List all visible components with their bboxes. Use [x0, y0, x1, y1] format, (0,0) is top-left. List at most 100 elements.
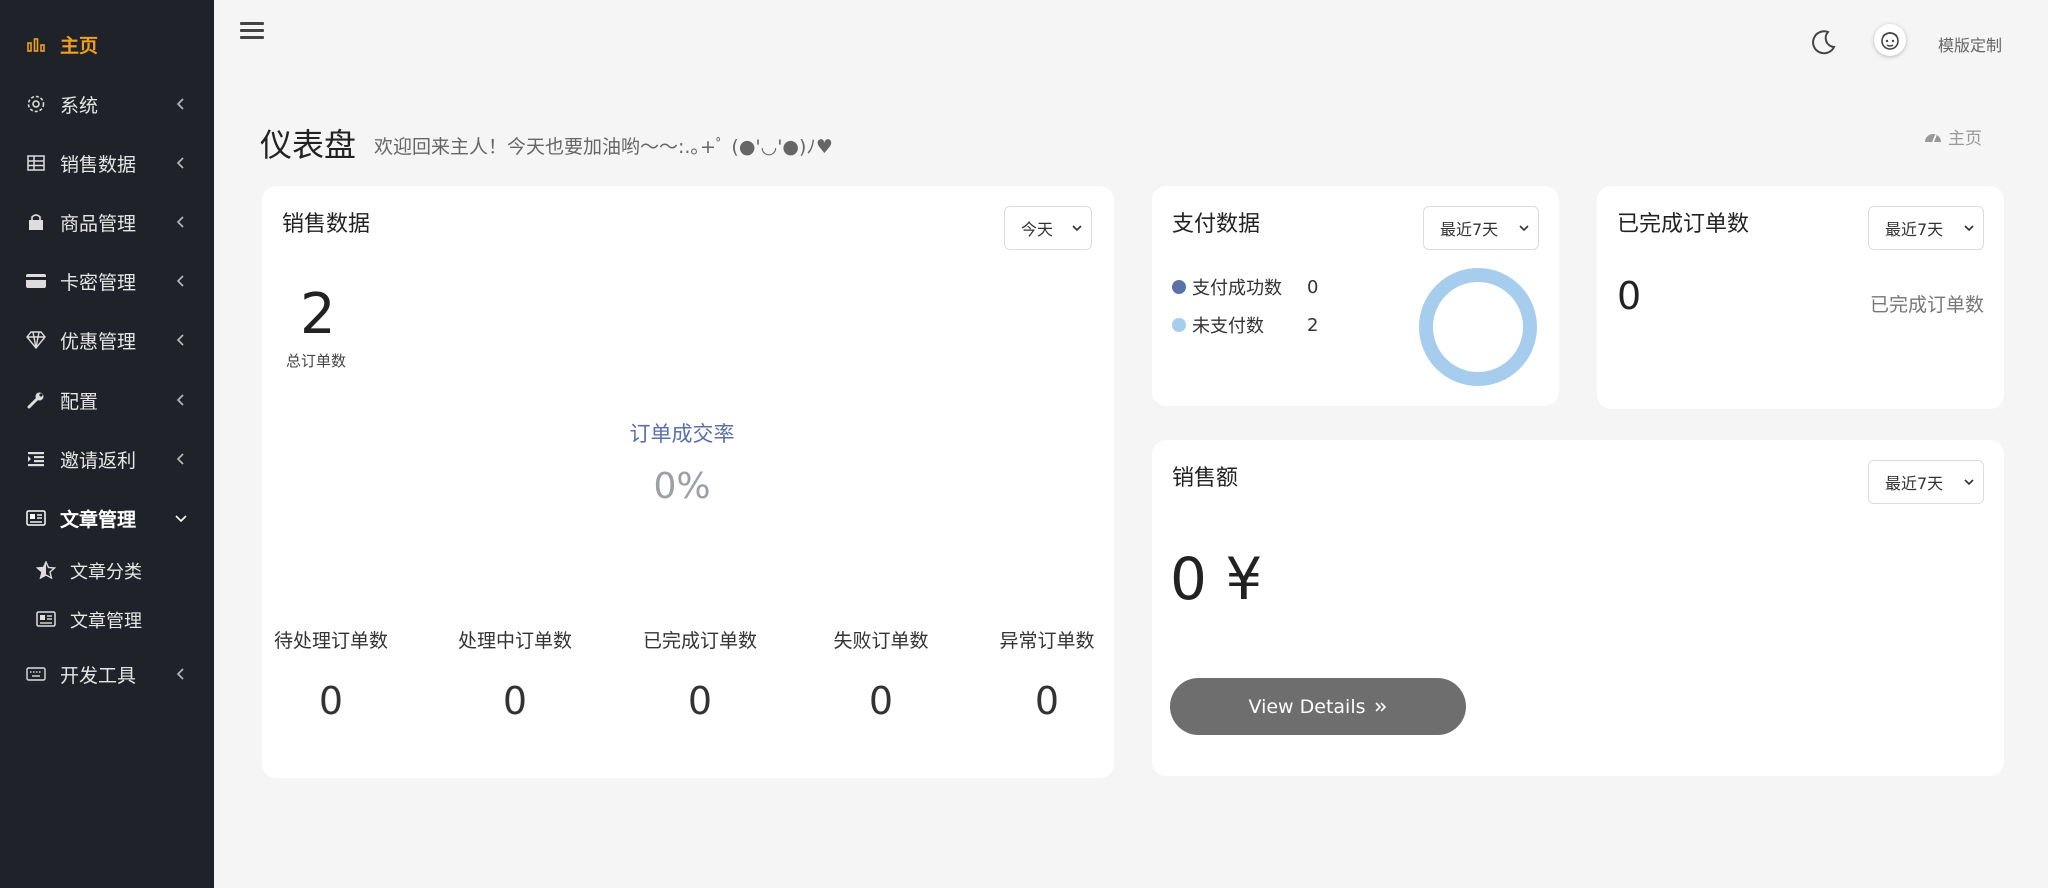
breadcrumb-label: 主页: [1948, 129, 1982, 149]
stat-label: 已完成订单数: [642, 630, 757, 652]
shopping-bag-icon: [25, 211, 47, 233]
star-icon: [35, 559, 57, 581]
sidebar-item-products[interactable]: 商品管理: [0, 200, 214, 244]
card-title: 销售数据: [282, 212, 371, 237]
legend-value: 0: [1307, 276, 1319, 298]
chevron-down-icon: [1964, 479, 1974, 486]
revenue-amount: 0 ¥: [1170, 545, 1263, 613]
template-customize-link[interactable]: 模版定制: [1938, 32, 2002, 56]
card-title: 支付数据: [1172, 212, 1261, 237]
range-select-value: 最近7天: [1885, 220, 1944, 239]
sidebar-item-config[interactable]: 配置: [0, 378, 214, 422]
bar-chart-icon: [25, 33, 47, 55]
sidebar-item-discounts[interactable]: 优惠管理: [0, 318, 214, 362]
stat-value: 0: [868, 679, 894, 723]
chevron-left-icon: [174, 333, 188, 347]
view-details-label: View Details: [1248, 695, 1366, 718]
sidebar-item-label: 文章管理: [60, 508, 137, 531]
table-icon: [25, 152, 47, 174]
range-select-value: 最近7天: [1885, 474, 1944, 493]
sidebar-subitem-label: 文章分类: [70, 562, 142, 583]
legend-unpaid: 未支付数 2: [1172, 312, 1318, 338]
hamburger-icon: [240, 22, 264, 25]
double-chevron-right-icon: [1374, 701, 1386, 712]
chevron-left-icon: [174, 667, 188, 681]
moon-icon: [1812, 30, 1836, 55]
range-select[interactable]: 最近7天: [1423, 206, 1539, 250]
stat-label: 处理中订单数: [457, 630, 572, 652]
sidebar-subitem-label: 文章管理: [70, 611, 142, 632]
chevron-left-icon: [174, 274, 188, 288]
range-select-value: 今天: [1021, 220, 1054, 239]
sidebar-item-sales-data[interactable]: 销售数据: [0, 141, 214, 185]
breadcrumb[interactable]: 主页: [1924, 124, 1982, 149]
sidebar-item-label: 邀请返利: [60, 449, 137, 472]
stat-label: 失败订单数: [833, 630, 929, 652]
donut-slice-1: [1419, 268, 1537, 386]
legend-dot: [1172, 280, 1186, 294]
conversion-rate-title: 订单成交率: [629, 422, 735, 446]
chevron-down-icon: [1072, 225, 1082, 232]
avatar[interactable]: [1874, 24, 1906, 56]
sidebar-item-label: 配置: [60, 390, 99, 413]
sidebar-item-label: 优惠管理: [60, 330, 137, 353]
sidebar: 主页 系统 销售数据 商品管理 卡密管理 优惠管理 配置 邀请返利 文章管理 文…: [0, 0, 214, 888]
range-select[interactable]: 最近7天: [1868, 206, 1984, 250]
card-title: 已完成订单数: [1617, 212, 1750, 237]
range-select[interactable]: 最近7天: [1868, 460, 1984, 504]
sidebar-subitem-article-manage[interactable]: 文章管理: [0, 597, 214, 641]
sidebar-item-label: 销售数据: [60, 153, 137, 176]
newspaper-icon: [35, 608, 57, 630]
range-select-value: 最近7天: [1440, 220, 1499, 239]
sidebar-item-home[interactable]: 主页: [0, 22, 214, 66]
credit-card-icon: [25, 270, 47, 292]
chevron-down-icon: [1964, 225, 1974, 232]
sidebar-item-label: 开发工具: [60, 664, 137, 687]
sidebar-item-dev-tools[interactable]: 开发工具: [0, 652, 214, 696]
sales-data-card: 销售数据 今天 2 总订单数 订单成交率 0% 待处理订单数 0 处理中订单数 …: [262, 186, 1114, 778]
keyboard-icon: [25, 663, 47, 685]
stat-value: 0: [502, 679, 528, 723]
sidebar-item-referral[interactable]: 邀请返利: [0, 437, 214, 481]
sidebar-item-label: 商品管理: [60, 212, 137, 235]
wrench-icon: [25, 389, 47, 411]
stat-value: 0: [318, 679, 344, 723]
hamburger-icon-line: [240, 36, 264, 39]
diamond-icon: [25, 329, 47, 351]
card-title: 销售额: [1172, 466, 1239, 491]
sidebar-item-system[interactable]: 系统: [0, 82, 214, 126]
view-details-button[interactable]: View Details: [1170, 678, 1466, 735]
range-select[interactable]: 今天: [1004, 206, 1092, 250]
page-title: 仪表盘: [260, 126, 357, 164]
dark-mode-toggle[interactable]: [1810, 28, 1840, 58]
sidebar-item-label: 卡密管理: [60, 271, 137, 294]
stat-pending: 待处理订单数 0: [256, 626, 406, 723]
sidebar-item-card-keys[interactable]: 卡密管理: [0, 259, 214, 303]
payment-donut-chart: [1419, 268, 1537, 386]
completed-orders-label: 已完成订单数: [1869, 294, 1984, 316]
stat-value: 0: [1034, 679, 1060, 723]
sidebar-item-label: 系统: [60, 94, 99, 117]
stat-value: 0: [687, 679, 713, 723]
chevron-left-icon: [174, 215, 188, 229]
hamburger-icon-line: [240, 29, 264, 32]
revenue-card: 销售额 最近7天 0 ¥ View Details: [1152, 440, 2004, 776]
chevron-left-icon: [174, 156, 188, 170]
sidebar-item-articles[interactable]: 文章管理: [0, 496, 214, 540]
chevron-left-icon: [174, 97, 188, 111]
dashboard-gauge-icon: [1925, 133, 1941, 142]
chevron-left-icon: [174, 452, 188, 466]
stat-failed: 失败订单数 0: [806, 626, 956, 723]
stat-abnormal: 异常订单数 0: [972, 626, 1122, 723]
chevron-left-icon: [174, 393, 188, 407]
legend-paid: 支付成功数 0: [1172, 274, 1318, 300]
chevron-down-icon: [174, 511, 188, 525]
stat-label: 异常订单数: [999, 630, 1095, 652]
sidebar-subitem-article-categories[interactable]: 文章分类: [0, 548, 214, 592]
legend-value: 2: [1307, 314, 1319, 336]
legend-label: 支付成功数: [1192, 278, 1282, 299]
menu-toggle-button[interactable]: [240, 22, 264, 44]
completed-orders-value: 0: [1617, 274, 1642, 318]
page-subtitle: 欢迎回来主人！今天也要加油哟～～:.｡+ﾟ (●'◡'●)ﾉ♥: [374, 136, 833, 158]
stat-label: 待处理订单数: [273, 630, 388, 652]
